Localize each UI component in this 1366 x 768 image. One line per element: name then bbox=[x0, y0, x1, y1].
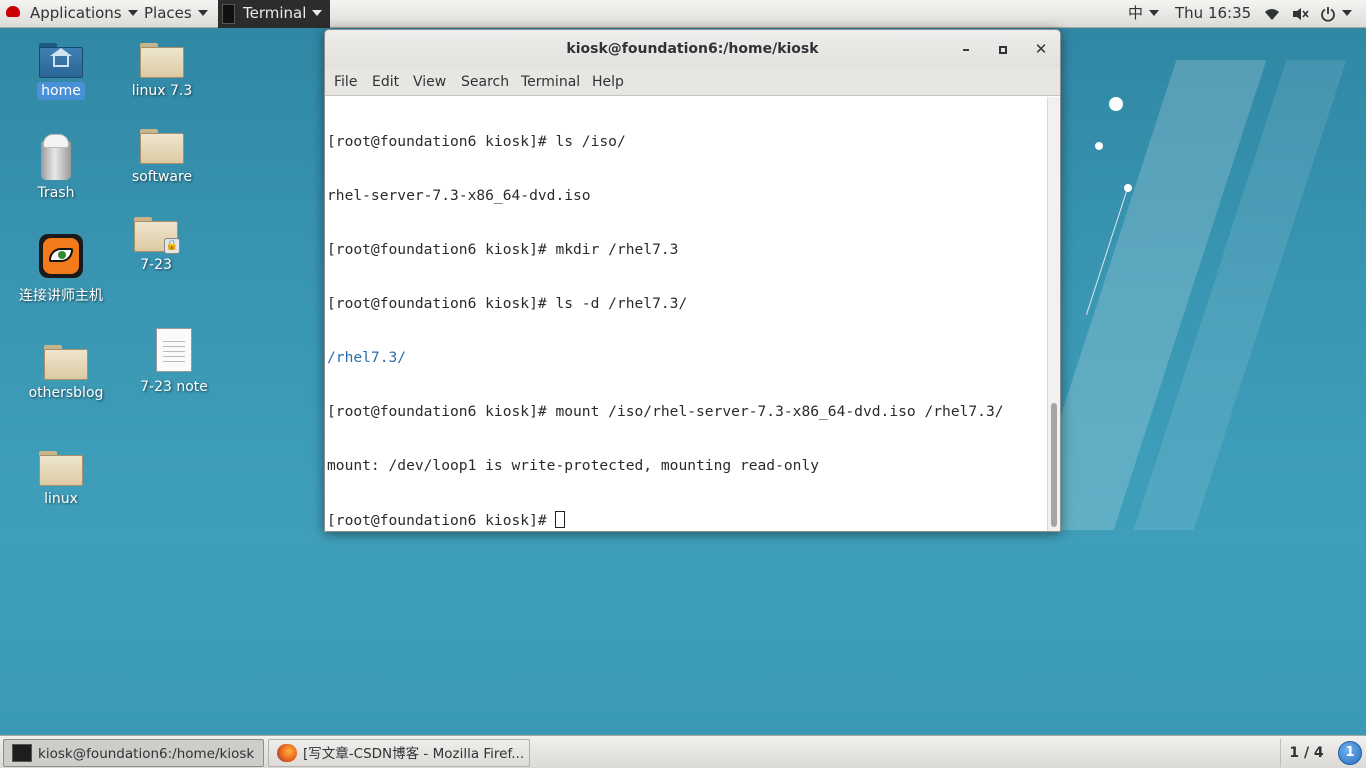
redhat-logo-icon bbox=[6, 6, 20, 17]
wallpaper-decoration bbox=[1060, 60, 1366, 530]
terminal-line: [root@foundation6 kiosk]# ls -d /rhel7.3… bbox=[327, 295, 1047, 313]
desktop-icon-label: linux 7.3 bbox=[128, 82, 197, 100]
menu-search[interactable]: Search bbox=[461, 68, 509, 96]
places-menu[interactable]: Places bbox=[144, 0, 208, 28]
taskbar-item-label: kiosk@foundation6:/home/kiosk bbox=[38, 746, 254, 762]
terminal-line-directory: /rhel7.3/ bbox=[327, 349, 1047, 367]
taskbar-item-terminal[interactable]: kiosk@foundation6:/home/kiosk bbox=[3, 739, 264, 767]
lock-icon: 🔒 bbox=[164, 238, 180, 254]
window-list-panel: kiosk@foundation6:/home/kiosk [写文章-CSDN博… bbox=[0, 735, 1366, 768]
app-menu-label: Terminal bbox=[243, 4, 306, 22]
folder-icon bbox=[140, 126, 184, 164]
home-folder-icon bbox=[39, 40, 83, 78]
minimize-button[interactable]: – bbox=[955, 38, 977, 60]
desktop-icon-7-23[interactable]: 🔒 7-23 bbox=[108, 214, 204, 274]
chevron-down-icon bbox=[312, 10, 322, 16]
places-label: Places bbox=[144, 4, 192, 22]
folder-icon bbox=[39, 448, 83, 486]
input-method-indicator[interactable]: 中 bbox=[1128, 0, 1159, 28]
menu-edit[interactable]: Edit bbox=[372, 68, 399, 96]
close-button[interactable]: ✕ bbox=[1030, 38, 1052, 60]
vertical-scrollbar[interactable] bbox=[1047, 97, 1060, 531]
chevron-down-icon bbox=[1342, 10, 1352, 16]
power-menu[interactable] bbox=[1320, 0, 1352, 28]
taskbar-item-label: [写文章-CSDN博客 - Mozilla Firef... bbox=[303, 746, 524, 762]
workspace-indicator[interactable]: 1 / 4 bbox=[1280, 739, 1332, 767]
terminal-line: [root@foundation6 kiosk]# mkdir /rhel7.3 bbox=[327, 241, 1047, 259]
desktop-icon-label: home bbox=[37, 82, 85, 100]
text-file-icon bbox=[156, 328, 192, 372]
desktop-icon-label: Trash bbox=[34, 184, 79, 202]
desktop-icon-label: 7-23 note bbox=[136, 378, 212, 396]
locked-folder-icon: 🔒 bbox=[134, 214, 178, 252]
terminal-line: rhel-server-7.3-x86_64-dvd.iso bbox=[327, 187, 1047, 205]
terminal-icon bbox=[12, 744, 32, 762]
chevron-down-icon bbox=[198, 10, 208, 16]
input-method-label: 中 bbox=[1128, 4, 1143, 22]
folder-icon bbox=[140, 40, 184, 78]
window-titlebar[interactable]: kiosk@foundation6:/home/kiosk – ✕ bbox=[325, 30, 1060, 68]
terminal-cursor bbox=[555, 511, 565, 528]
desktop-icon-label: software bbox=[128, 168, 196, 186]
desktop-icon-label: 连接讲师主机 bbox=[15, 284, 107, 306]
terminal-line: [root@foundation6 kiosk]# mount /iso/rhe… bbox=[327, 403, 1047, 421]
chevron-down-icon bbox=[1149, 10, 1159, 16]
terminal-line: mount: /dev/loop1 is write-protected, mo… bbox=[327, 457, 1047, 475]
terminal-prompt: [root@foundation6 kiosk]# bbox=[327, 512, 555, 529]
desktop-icon-linux[interactable]: linux bbox=[13, 448, 109, 508]
menu-file[interactable]: File bbox=[334, 68, 357, 96]
notification-badge[interactable]: 1 bbox=[1338, 741, 1362, 765]
desktop-icon-software[interactable]: software bbox=[114, 126, 210, 186]
desktop-icon-7-23-note[interactable]: 7-23 note bbox=[126, 328, 222, 396]
desktop-icon-label: 7-23 bbox=[136, 256, 176, 274]
terminal-menubar: File Edit View Search Terminal Help bbox=[325, 68, 1060, 96]
desktop-icon-home[interactable]: home bbox=[13, 40, 109, 100]
desktop-icon-linux-7-3[interactable]: linux 7.3 bbox=[114, 40, 210, 100]
window-title: kiosk@foundation6:/home/kiosk bbox=[566, 41, 818, 57]
volume-muted-icon[interactable] bbox=[1292, 0, 1310, 28]
applications-label: Applications bbox=[30, 4, 122, 22]
trash-icon bbox=[38, 134, 74, 180]
terminal-output[interactable]: [root@foundation6 kiosk]# ls /iso/ rhel-… bbox=[325, 97, 1047, 531]
desktop-icon-trash[interactable]: Trash bbox=[8, 134, 104, 202]
clock[interactable]: Thu 16:35 bbox=[1175, 0, 1251, 28]
menu-view[interactable]: View bbox=[413, 68, 446, 96]
terminal-window: kiosk@foundation6:/home/kiosk – ✕ File E… bbox=[324, 29, 1061, 532]
desktop-icon-connect-teacher[interactable]: 连接讲师主机 bbox=[13, 234, 109, 306]
desktop-icon-label: othersblog bbox=[25, 384, 108, 402]
desktop-icon-label: linux bbox=[40, 490, 82, 508]
applications-menu[interactable]: Applications bbox=[6, 0, 138, 28]
menu-terminal[interactable]: Terminal bbox=[521, 68, 580, 96]
maximize-button[interactable] bbox=[992, 38, 1014, 60]
top-panel: Applications Places Terminal 中 Thu 16:35 bbox=[0, 0, 1366, 28]
scrollbar-thumb[interactable] bbox=[1051, 403, 1057, 527]
chevron-down-icon bbox=[128, 10, 138, 16]
menu-help[interactable]: Help bbox=[592, 68, 624, 96]
desktop-icon-othersblog[interactable]: othersblog bbox=[18, 342, 114, 402]
terminal-icon bbox=[222, 4, 235, 24]
app-menu-terminal[interactable]: Terminal bbox=[218, 0, 330, 28]
tiger-vnc-app-icon bbox=[39, 234, 83, 278]
terminal-line: [root@foundation6 kiosk]# ls /iso/ bbox=[327, 133, 1047, 151]
power-icon bbox=[1320, 6, 1336, 22]
terminal-prompt-line: [root@foundation6 kiosk]# bbox=[327, 511, 1047, 529]
taskbar-item-firefox[interactable]: [写文章-CSDN博客 - Mozilla Firef... bbox=[268, 739, 530, 767]
wifi-icon[interactable] bbox=[1264, 0, 1280, 28]
firefox-icon bbox=[277, 744, 297, 762]
folder-icon bbox=[44, 342, 88, 380]
clock-label: Thu 16:35 bbox=[1175, 4, 1251, 22]
